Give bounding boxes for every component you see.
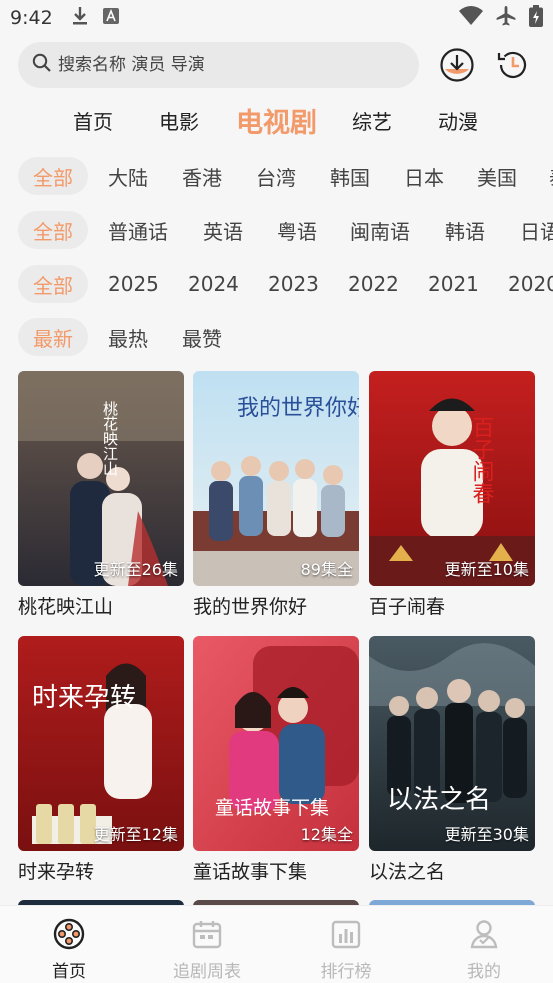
drama-card[interactable]: 时来孕转 更新至12集 时来孕转 (18, 636, 184, 884)
history-icon[interactable] (495, 47, 531, 83)
download-icon (71, 6, 89, 30)
bottom-nav: 首页 追剧周表 排行榜 我的 (0, 905, 553, 983)
film-reel-icon (53, 918, 85, 954)
drama-card[interactable]: 桃花映江山 更新至26集 桃花映江山 (18, 371, 184, 619)
tab-tv-series[interactable]: 电视剧 (236, 96, 317, 144)
filter-chip-year[interactable]: 2023 (268, 265, 319, 303)
sort-chip-latest[interactable]: 最新 (18, 318, 88, 356)
search-row (18, 42, 538, 88)
filter-chip-region[interactable]: 韩国 (330, 157, 370, 195)
filter-row-language: 全部 普通话 英语 粤语 闽南语 韩语 日语 (0, 211, 553, 249)
filter-chip-language[interactable]: 韩语 (445, 211, 485, 249)
airplane-icon (495, 5, 517, 31)
calendar-icon (191, 918, 223, 954)
episode-badge: 更新至10集 (444, 560, 529, 579)
filter-chip-year[interactable]: 2021 (428, 265, 479, 303)
tab-home[interactable]: 首页 (73, 96, 113, 144)
poster-image[interactable]: 我的世界你好 89集全 (193, 371, 359, 586)
nav-label: 首页 (52, 962, 86, 982)
drama-card[interactable]: 百子闹春 更新至10集 百子闹春 (369, 371, 535, 619)
drama-title[interactable]: 百子闹春 (369, 592, 535, 619)
filter-chip-year[interactable]: 2020 (508, 265, 553, 303)
filter-chip-region[interactable]: 香港 (182, 157, 222, 195)
filter-chip-year[interactable]: 2024 (188, 265, 239, 303)
episode-badge: 更新至30集 (444, 825, 529, 844)
drama-card[interactable]: 以法之名 更新至30集 以法之名 (369, 636, 535, 884)
drama-title[interactable]: 我的世界你好 (193, 592, 359, 619)
poster-image[interactable]: 桃花映江山 更新至26集 (18, 371, 184, 586)
battery-icon (529, 5, 543, 31)
filter-chip-language[interactable]: 日语 (520, 211, 553, 249)
drama-card[interactable]: 我的世界你好 89集全 我的世界你好 (193, 371, 359, 619)
drama-card[interactable]: 童话故事下集 12集全 童话故事下集 (193, 636, 359, 884)
episode-badge: 更新至12集 (93, 825, 178, 844)
nav-item-home[interactable]: 首页 (14, 918, 124, 982)
drama-title[interactable]: 童话故事下集 (193, 857, 359, 884)
wifi-icon (459, 6, 483, 30)
filter-chip-language[interactable]: 粤语 (277, 211, 317, 249)
filter-row-year: 全部 2025 2024 2023 2022 2021 2020 (0, 265, 553, 303)
drama-title[interactable]: 桃花映江山 (18, 592, 184, 619)
episode-badge: 89集全 (300, 560, 353, 579)
filter-chip-language[interactable]: 普通话 (108, 211, 168, 249)
poster-art-title: 我的世界你好 (237, 396, 359, 421)
tab-movies[interactable]: 电影 (159, 96, 199, 144)
poster-art-title: 桃花映江山 (101, 401, 119, 476)
filter-row-sort: 最新 最热 最赞 (0, 318, 553, 356)
poster-image[interactable]: 百子闹春 更新至10集 (369, 371, 535, 586)
filter-chip-year[interactable]: 2022 (348, 265, 399, 303)
filter-chip-language[interactable]: 闽南语 (350, 211, 410, 249)
text-icon (102, 8, 119, 28)
nav-label: 追剧周表 (173, 962, 241, 982)
filter-chip-region[interactable]: 大陆 (108, 157, 148, 195)
filter-chip-language[interactable]: 英语 (203, 211, 243, 249)
chart-icon (330, 918, 362, 954)
download-circle-icon[interactable] (439, 47, 475, 83)
nav-label: 我的 (467, 962, 501, 982)
status-time: 9:42 (10, 7, 53, 29)
filter-chip-language-all[interactable]: 全部 (18, 211, 88, 249)
sort-chip-hottest[interactable]: 最热 (108, 318, 148, 356)
tab-variety[interactable]: 综艺 (352, 96, 392, 144)
episode-badge: 12集全 (300, 825, 353, 844)
filter-chip-year[interactable]: 2025 (108, 265, 159, 303)
filter-row-region: 全部 大陆 香港 台湾 韩国 日本 美国 泰 (0, 157, 553, 195)
nav-item-ranking[interactable]: 排行榜 (291, 918, 401, 982)
drama-title[interactable]: 时来孕转 (18, 857, 184, 884)
search-input[interactable] (58, 55, 398, 75)
user-icon (468, 918, 500, 954)
filter-chip-region-all[interactable]: 全部 (18, 157, 88, 195)
poster-art-title: 童话故事下集 (215, 797, 329, 819)
poster-art-title: 以法之名 (387, 785, 491, 815)
tab-anime[interactable]: 动漫 (438, 96, 478, 144)
filter-chip-region[interactable]: 美国 (477, 157, 517, 195)
poster-art-title: 百子闹春 (469, 416, 495, 504)
filter-chip-year-all[interactable]: 全部 (18, 265, 88, 303)
drama-title[interactable]: 以法之名 (369, 857, 535, 884)
status-bar: 9:42 (0, 0, 553, 36)
poster-image[interactable]: 以法之名 更新至30集 (369, 636, 535, 851)
nav-label: 排行榜 (320, 962, 372, 982)
sort-chip-most-liked[interactable]: 最赞 (182, 318, 222, 356)
nav-item-schedule[interactable]: 追剧周表 (152, 918, 262, 982)
nav-item-profile[interactable]: 我的 (429, 918, 539, 982)
search-icon (32, 53, 52, 77)
main-tabs: 首页 电影 电视剧 综艺 动漫 (0, 96, 553, 144)
episode-badge: 更新至26集 (93, 560, 178, 579)
poster-image[interactable]: 童话故事下集 12集全 (193, 636, 359, 851)
filter-chip-region[interactable]: 日本 (404, 157, 444, 195)
filter-chip-region[interactable]: 台湾 (256, 157, 296, 195)
poster-image[interactable]: 时来孕转 更新至12集 (18, 636, 184, 851)
poster-art-title: 时来孕转 (32, 683, 136, 713)
filter-chip-region[interactable]: 泰 (549, 157, 553, 195)
search-box[interactable] (18, 42, 419, 88)
